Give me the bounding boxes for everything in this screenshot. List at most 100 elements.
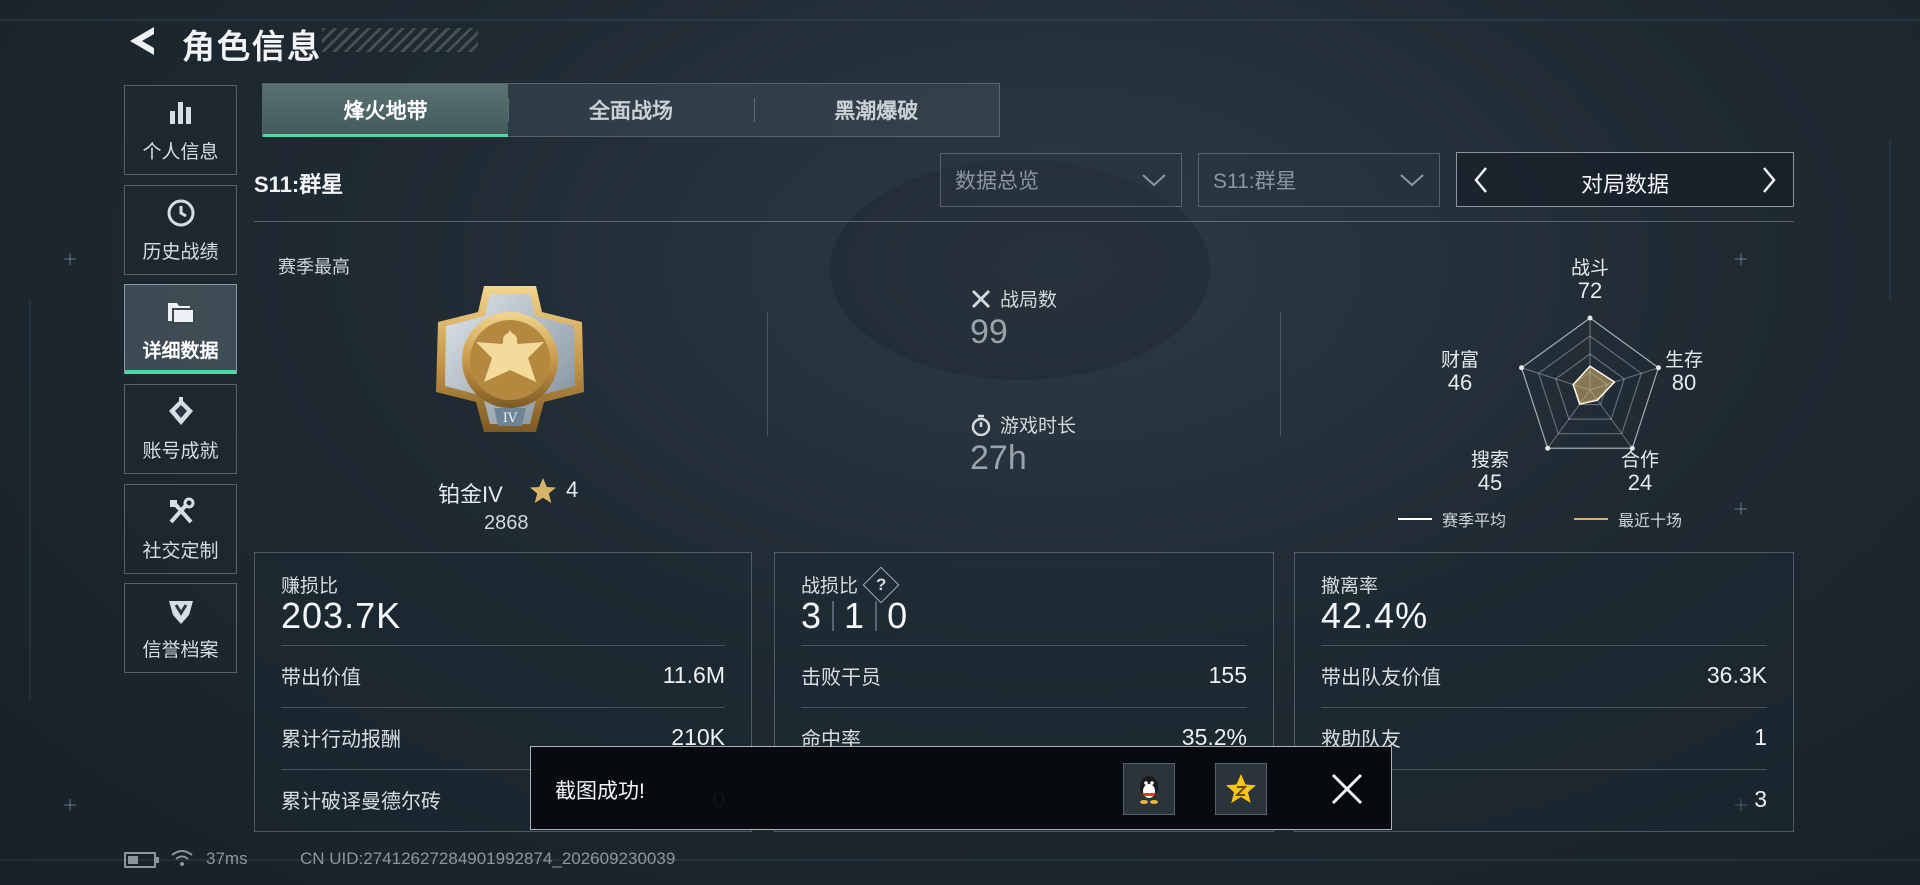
title-stripes [322, 28, 478, 52]
battery-icon [124, 852, 159, 868]
radar-chart: 战斗 72 生存 80 合作 24 搜索 45 财富 46 [1420, 250, 1760, 540]
card-big-value: 203.7K [281, 595, 402, 636]
sidebar-item-details[interactable]: 详细数据 [124, 284, 237, 374]
rank-star-count: 4 [566, 477, 579, 502]
playtime-label: 游戏时长 [970, 411, 1076, 438]
view-dropdown-value: 数据总览 [955, 170, 1039, 193]
playtime-value: 27h [970, 439, 1027, 477]
screenshot-toast: 截图成功! [530, 746, 1392, 830]
sidebar-item-achievements[interactable]: 账号成就 [124, 384, 237, 474]
legend-swatch [1398, 518, 1432, 520]
radar-axis-survival-label: 生存 80 [1664, 350, 1703, 395]
wifi-icon [171, 850, 193, 866]
page-title: 角色信息 [182, 28, 322, 65]
sidebar-item-reputation[interactable]: 信誉档案 [124, 583, 237, 673]
divider [281, 645, 725, 646]
stat-value: 3 [1754, 785, 1767, 812]
divider [281, 707, 725, 708]
playtime-label-text: 游戏时长 [1000, 416, 1077, 437]
divider [767, 312, 768, 436]
sidebar-item-label: 社交定制 [142, 540, 219, 562]
sidebar-item-history[interactable]: 历史战绩 [124, 185, 237, 275]
radar-axis-wealth: 财富 46 [1440, 350, 1479, 395]
divider [801, 707, 1247, 708]
tab-full-battlefield[interactable]: 全面战场 [508, 84, 753, 136]
share-qq-button[interactable] [1123, 763, 1175, 815]
games-value: 99 [970, 313, 1008, 351]
tab-firezone[interactable]: 烽火地带 [263, 84, 509, 137]
sidebar-item-label: 信誉档案 [142, 639, 219, 661]
stat-row: 带出价值 11.6M [281, 655, 725, 695]
sidebar-item-profile[interactable]: 个人信息 [124, 85, 237, 175]
radar-axis-search: 搜索 45 [1470, 450, 1509, 495]
card-big-value: 42.4% [1321, 595, 1429, 636]
tab-black-tide[interactable]: 黑潮爆破 [753, 84, 999, 136]
radar-axis-dot [1545, 445, 1551, 451]
radar-axis-dot [1587, 315, 1593, 321]
chevron-right-icon [1763, 166, 1776, 193]
clock-icon [167, 199, 194, 226]
season-dropdown[interactable]: S11:群星 [1198, 153, 1440, 207]
stat-row: 击败干员 155 [801, 655, 1247, 695]
share-qzone-button[interactable] [1215, 763, 1267, 815]
sidebar-item-label: 账号成就 [142, 440, 219, 462]
kda-assists: 0 [887, 595, 909, 636]
sidebar-item-social[interactable]: 社交定制 [124, 484, 237, 574]
rank-badge-icon: IV [436, 286, 584, 432]
view-dropdown[interactable]: 数据总览 [940, 153, 1182, 207]
stopwatch-icon [971, 414, 991, 436]
mode-tabs: 烽火地带 全面战场 黑潮爆破 [262, 83, 1000, 137]
card-title: 战损比 ? [801, 566, 900, 603]
badge-numeral: IV [503, 411, 518, 426]
kda-value: 3 1 0 [801, 595, 908, 637]
games-label-text: 战局数 [1000, 290, 1058, 311]
divider [1321, 645, 1767, 646]
card-title-text: 战损比 [801, 576, 859, 597]
legend-label: 赛季平均 [1442, 513, 1507, 530]
legend-recent-ten: 最近十场 [1574, 507, 1682, 531]
shield-icon [168, 600, 193, 624]
sidebar-item-label: 个人信息 [142, 141, 219, 163]
ping-value: 37ms [206, 849, 248, 868]
rank-score: 2868 [484, 512, 529, 534]
data-pager: 对局数据 [1456, 152, 1794, 207]
crossed-swords-icon [971, 289, 991, 308]
stat-value: 1 [1754, 723, 1767, 750]
uid-text: CN UID:2741262728490199287​4_20260923003… [300, 849, 676, 868]
rank-name: 铂金IV [438, 482, 503, 507]
achievement-icon [168, 396, 193, 425]
stat-value: 155 [1208, 661, 1247, 688]
pager-next-button[interactable] [1749, 153, 1789, 206]
divider [801, 645, 1247, 646]
folder-icon [167, 302, 195, 324]
chevron-down-icon [1400, 174, 1424, 187]
legend-season-average: 赛季平均 [1398, 507, 1506, 531]
kda-kills: 3 [801, 595, 823, 636]
stat-label: 累计行动报酬 [281, 728, 401, 751]
season-best-label: 赛季最高 [278, 257, 350, 277]
tools-icon [169, 497, 194, 523]
stat-label: 带出价值 [281, 666, 361, 689]
games-label: 战局数 [970, 285, 1057, 312]
sidebar-item-label: 详细数据 [142, 340, 219, 362]
season-label: S11:群星 [254, 172, 344, 197]
qzone-star-icon [1226, 774, 1256, 803]
radar-axis-combat: 战斗 72 [1570, 258, 1609, 303]
divider [254, 221, 1794, 222]
back-arrow-icon[interactable] [124, 24, 160, 58]
chevron-down-icon [1142, 174, 1166, 187]
sidebar-item-label: 历史战绩 [142, 241, 219, 263]
radar-axis-cooperation: 合作 24 [1620, 450, 1659, 495]
season-dropdown-value: S11:群星 [1213, 170, 1297, 193]
radar-axis-dot [1519, 365, 1525, 371]
close-icon[interactable] [1327, 769, 1367, 809]
stat-label: 击败干员 [801, 666, 881, 689]
divider [1280, 312, 1281, 436]
stat-row: 带出队友价值 36.3K [1321, 655, 1767, 695]
card-title: 赚损比 [281, 576, 339, 597]
legend-swatch [1574, 518, 1608, 520]
stat-value: 11.6M [662, 661, 725, 688]
pager-label: 对局数据 [1580, 172, 1669, 197]
star-icon [530, 478, 556, 503]
stat-label: 带出队友价值 [1321, 666, 1441, 689]
